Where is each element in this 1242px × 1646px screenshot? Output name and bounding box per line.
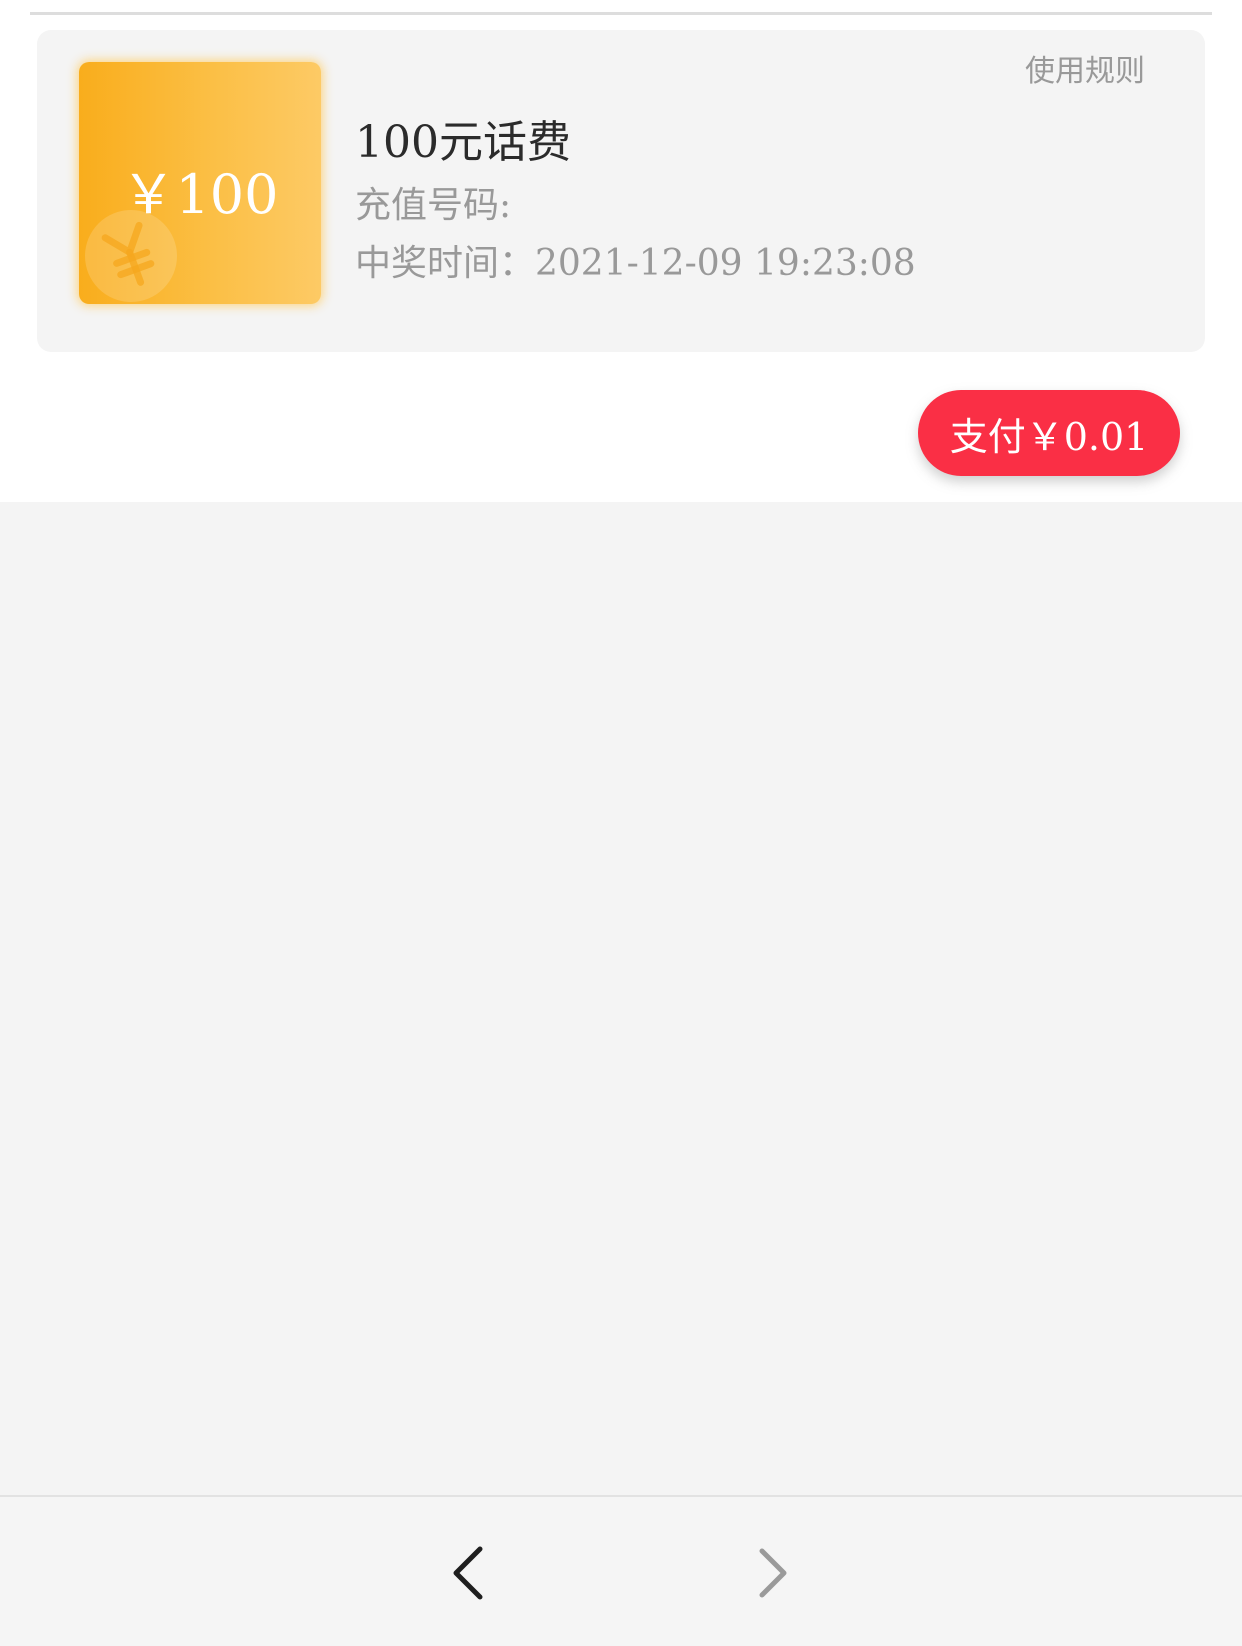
- top-divider: [30, 12, 1212, 15]
- prize-section: 使用规则 ￥100 100元话费 充值号码: 中奖时间：2021-12-09 1…: [0, 0, 1242, 502]
- browser-bottom-nav: [0, 1495, 1242, 1646]
- recharge-number-label: 充值号码:: [355, 185, 512, 226]
- chevron-left-icon[interactable]: [440, 1543, 500, 1603]
- voucher-tile: ￥100: [79, 62, 321, 304]
- pay-button[interactable]: 支付￥0.01: [918, 390, 1180, 476]
- prize-card: 使用规则 ￥100 100元话费 充值号码: 中奖时间：2021-12-09 1…: [37, 30, 1205, 352]
- usage-rules-link[interactable]: 使用规则: [1025, 46, 1145, 90]
- prize-title: 100元话费: [355, 117, 571, 168]
- yen-coin-icon: [85, 210, 177, 302]
- chevron-right-icon[interactable]: [742, 1543, 802, 1603]
- win-time-text: 中奖时间：2021-12-09 19:23:08: [355, 243, 916, 284]
